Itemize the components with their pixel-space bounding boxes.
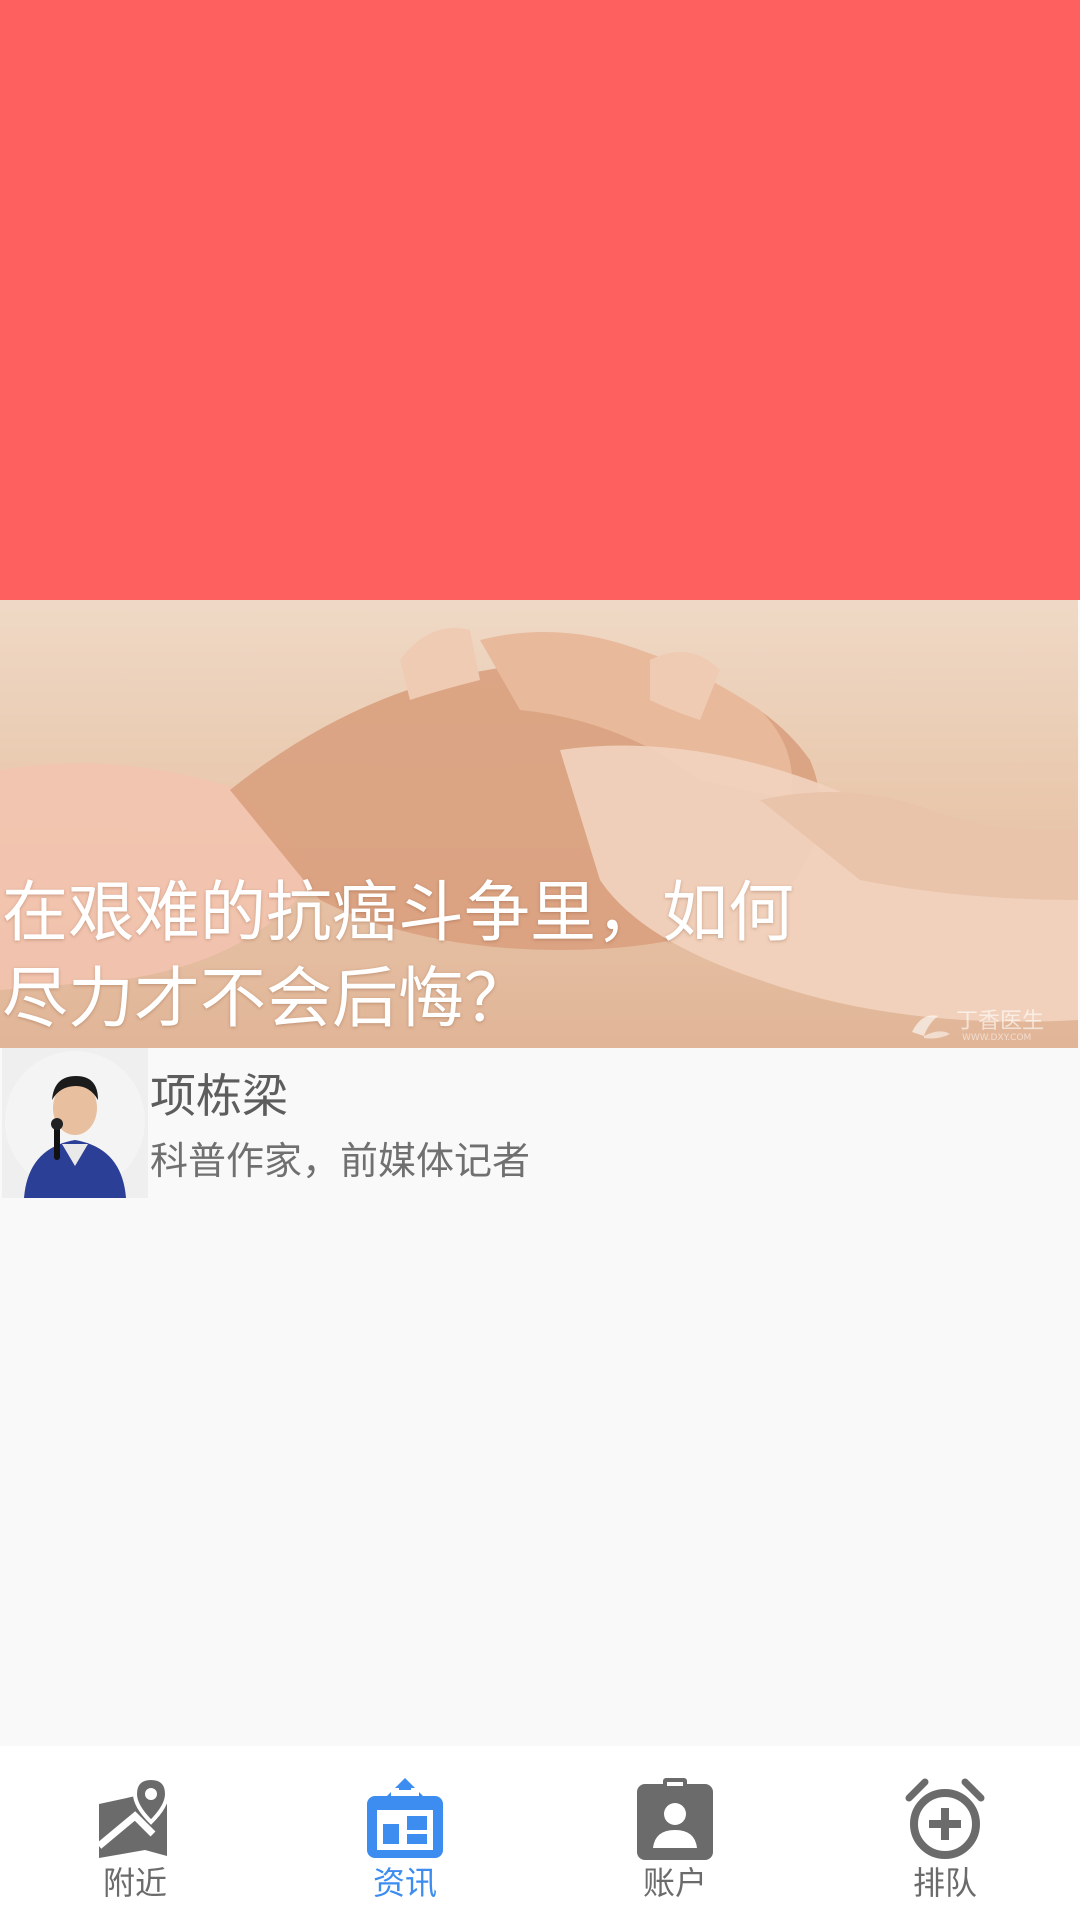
article-title-line2: 尽力才不会后悔？	[2, 960, 530, 1037]
article-title-line1: 在艰难的抗癌斗争里，如何	[2, 874, 794, 951]
article-hero-image[interactable]: 在艰难的抗癌斗争里，如何 尽力才不会后悔？ 丁香医生 WWW.DXY.COM	[0, 600, 1078, 1048]
author-bio: 科普作家，前媒体记者	[150, 1139, 531, 1183]
svg-text:WWW.DXY.COM: WWW.DXY.COM	[962, 1033, 1031, 1043]
author-row[interactable]: 项栋梁 科普作家，前媒体记者	[0, 1048, 1080, 1200]
article-title[interactable]: 在艰难的抗癌斗争里，如何 尽力才不会后悔？	[2, 870, 862, 1042]
alarm-add-icon	[905, 1778, 985, 1859]
tab-account[interactable]: 账户	[540, 1746, 810, 1920]
author-name: 项栋梁	[150, 1069, 288, 1123]
tab-nearby[interactable]: 附近	[0, 1746, 270, 1920]
tab-account-label: 账户	[642, 1864, 707, 1902]
account-badge-icon	[637, 1778, 713, 1860]
tab-queue[interactable]: 排队	[810, 1746, 1080, 1920]
tab-queue-label: 排队	[912, 1864, 977, 1902]
author-avatar[interactable]	[2, 1048, 148, 1198]
tab-news-label: 资讯	[372, 1864, 437, 1902]
bottom-tab-bar: 附近 资讯 账户 排队	[0, 1746, 1080, 1920]
news-icon	[367, 1778, 443, 1858]
dxy-watermark-logo: 丁香医生 WWW.DXY.COM	[912, 1009, 1044, 1043]
tab-news[interactable]: 资讯	[270, 1746, 540, 1920]
map-pin-icon	[96, 1776, 170, 1858]
top-banner	[0, 0, 1080, 600]
tab-nearby-label: 附近	[102, 1864, 167, 1902]
svg-text:丁香医生: 丁香医生	[956, 1009, 1044, 1034]
